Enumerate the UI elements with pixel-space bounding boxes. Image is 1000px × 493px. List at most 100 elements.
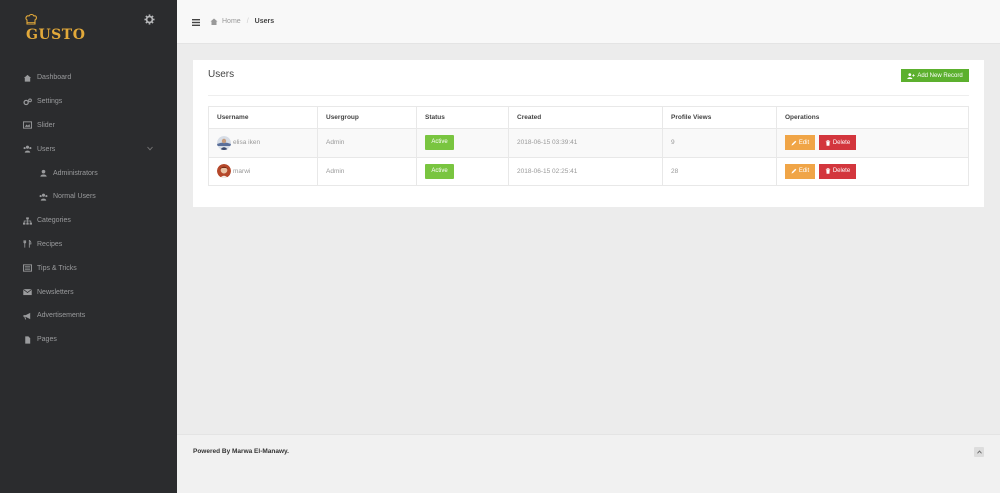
sitemap-icon <box>23 217 32 225</box>
user-plus-icon <box>907 72 916 79</box>
footer-credit: Powered By Marwa El-Manawy. <box>193 448 289 455</box>
edit-button[interactable]: Edit <box>785 163 815 179</box>
sidebar-item-label: Tips & Tricks <box>37 264 77 272</box>
username-text: elisa iken <box>233 139 261 147</box>
table-header-row: Username Usergroup Status Created Profil… <box>208 106 969 129</box>
panel-divider <box>208 95 969 96</box>
sidebar-item-normal-users[interactable]: Normal Users <box>0 185 177 209</box>
chevron-down-icon <box>147 147 153 151</box>
column-header-operations: Operations <box>776 106 969 129</box>
delete-button[interactable]: Delete <box>819 163 856 179</box>
page-title: Users <box>208 69 235 80</box>
scroll-to-top-button[interactable] <box>974 447 984 457</box>
cell-status: Active <box>416 128 509 158</box>
sidebar-item-advertisements[interactable]: Advertisements <box>0 304 177 328</box>
sidebar-item-label: Administrators <box>53 169 98 177</box>
sidebar-item-slider[interactable]: Slider <box>0 114 177 138</box>
sidebar-nav: Dashboard Settings Slider Users Administ… <box>0 66 177 352</box>
cell-username: marwi <box>208 156 318 186</box>
gear-icon[interactable] <box>144 14 155 25</box>
sidebar-item-label: Recipes <box>37 240 63 248</box>
column-header-status[interactable]: Status <box>416 106 509 129</box>
breadcrumb-current: Users <box>254 18 275 25</box>
add-new-record-label: Add New Record <box>917 72 963 79</box>
edit-label: Edit <box>798 168 810 175</box>
breadcrumb-home-label: Home <box>222 18 241 25</box>
list-alt-icon <box>23 264 32 272</box>
file-icon <box>25 336 31 344</box>
bullhorn-icon <box>23 312 31 320</box>
pencil-icon <box>791 168 797 174</box>
sidebar-item-label: Users <box>37 145 56 153</box>
sidebar: GUSTO Dashboard Settings Slider Users Ad… <box>0 0 177 493</box>
sidebar-item-pages[interactable]: Pages <box>0 328 177 352</box>
cogs-icon <box>23 98 32 105</box>
username-text: marwi <box>233 167 251 175</box>
sidebar-item-tips[interactable]: Tips & Tricks <box>0 256 177 280</box>
home-icon <box>210 18 218 25</box>
sidebar-item-label: Dashboard <box>37 74 72 82</box>
table-row: elisa iken Admin Active 2018-06-15 03:39… <box>208 128 969 158</box>
sidebar-item-settings[interactable]: Settings <box>0 90 177 114</box>
envelope-icon <box>23 289 32 296</box>
cell-created: 2018-06-15 02:25:41 <box>508 156 663 186</box>
edit-button[interactable]: Edit <box>785 135 815 151</box>
topbar: Home / Users <box>177 0 1000 44</box>
table-row: marwi Admin Active 2018-06-15 02:25:41 2… <box>208 156 969 186</box>
cell-status: Active <box>416 156 509 186</box>
cell-usergroup: Admin <box>317 156 417 186</box>
status-badge[interactable]: Active <box>425 135 454 151</box>
users-table: Username Usergroup Status Created Profil… <box>208 106 969 186</box>
avatar[interactable] <box>217 135 231 150</box>
breadcrumb-separator: / <box>246 18 249 25</box>
image-icon <box>23 121 32 130</box>
sidebar-item-categories[interactable]: Categories <box>0 209 177 233</box>
delete-label: Delete <box>832 139 851 146</box>
chevron-up-icon <box>976 450 982 454</box>
users-icon <box>39 193 48 201</box>
breadcrumb-home[interactable]: Home <box>210 18 241 25</box>
user-cell: marwi <box>217 164 309 179</box>
sidebar-item-label: Advertisements <box>37 312 86 320</box>
pencil-icon <box>791 140 797 146</box>
sidebar-item-administrators[interactable]: Administrators <box>0 161 177 185</box>
cutlery-icon <box>23 240 32 249</box>
avatar[interactable] <box>217 164 231 179</box>
column-header-usergroup[interactable]: Usergroup <box>317 106 417 129</box>
sidebar-item-newsletters[interactable]: Newsletters <box>0 280 177 304</box>
cell-usergroup: Admin <box>317 128 417 158</box>
sidebar-item-recipes[interactable]: Recipes <box>0 233 177 257</box>
sidebar-item-label: Newsletters <box>37 288 74 296</box>
footer: Powered By Marwa El-Manawy. <box>177 434 1000 493</box>
status-badge[interactable]: Active <box>425 163 454 179</box>
menu-toggle-icon[interactable] <box>192 19 200 26</box>
logo-text: GUSTO <box>26 27 86 43</box>
delete-label: Delete <box>832 168 851 175</box>
cell-profile-views: 9 <box>662 128 777 158</box>
trash-icon <box>825 139 831 146</box>
cell-profile-views: 28 <box>662 156 777 186</box>
column-header-username[interactable]: Username <box>208 106 318 129</box>
sidebar-item-users[interactable]: Users <box>0 137 177 161</box>
chef-hat-icon <box>25 14 37 25</box>
sidebar-item-label: Pages <box>37 336 57 344</box>
column-header-profile-views[interactable]: Profile Views <box>662 106 777 129</box>
user-cell: elisa iken <box>217 135 309 150</box>
add-new-record-button[interactable]: Add New Record <box>901 69 969 82</box>
users-icon <box>23 145 32 153</box>
cell-operations: Edit Delete <box>776 156 969 186</box>
breadcrumb: Home / Users <box>210 18 274 25</box>
edit-label: Edit <box>798 139 810 146</box>
sidebar-item-label: Settings <box>37 98 63 106</box>
users-panel: Users Add New Record Username Usergroup … <box>193 60 984 207</box>
cell-created: 2018-06-15 03:39:41 <box>508 128 663 158</box>
column-header-created[interactable]: Created <box>508 106 663 129</box>
logo[interactable]: GUSTO <box>24 14 86 44</box>
delete-button[interactable]: Delete <box>819 135 856 151</box>
user-secret-icon <box>40 169 47 177</box>
dashboard-icon <box>23 74 32 82</box>
cell-operations: Edit Delete <box>776 128 969 158</box>
cell-username: elisa iken <box>208 128 318 158</box>
sidebar-item-dashboard[interactable]: Dashboard <box>0 66 177 90</box>
trash-icon <box>825 168 831 175</box>
